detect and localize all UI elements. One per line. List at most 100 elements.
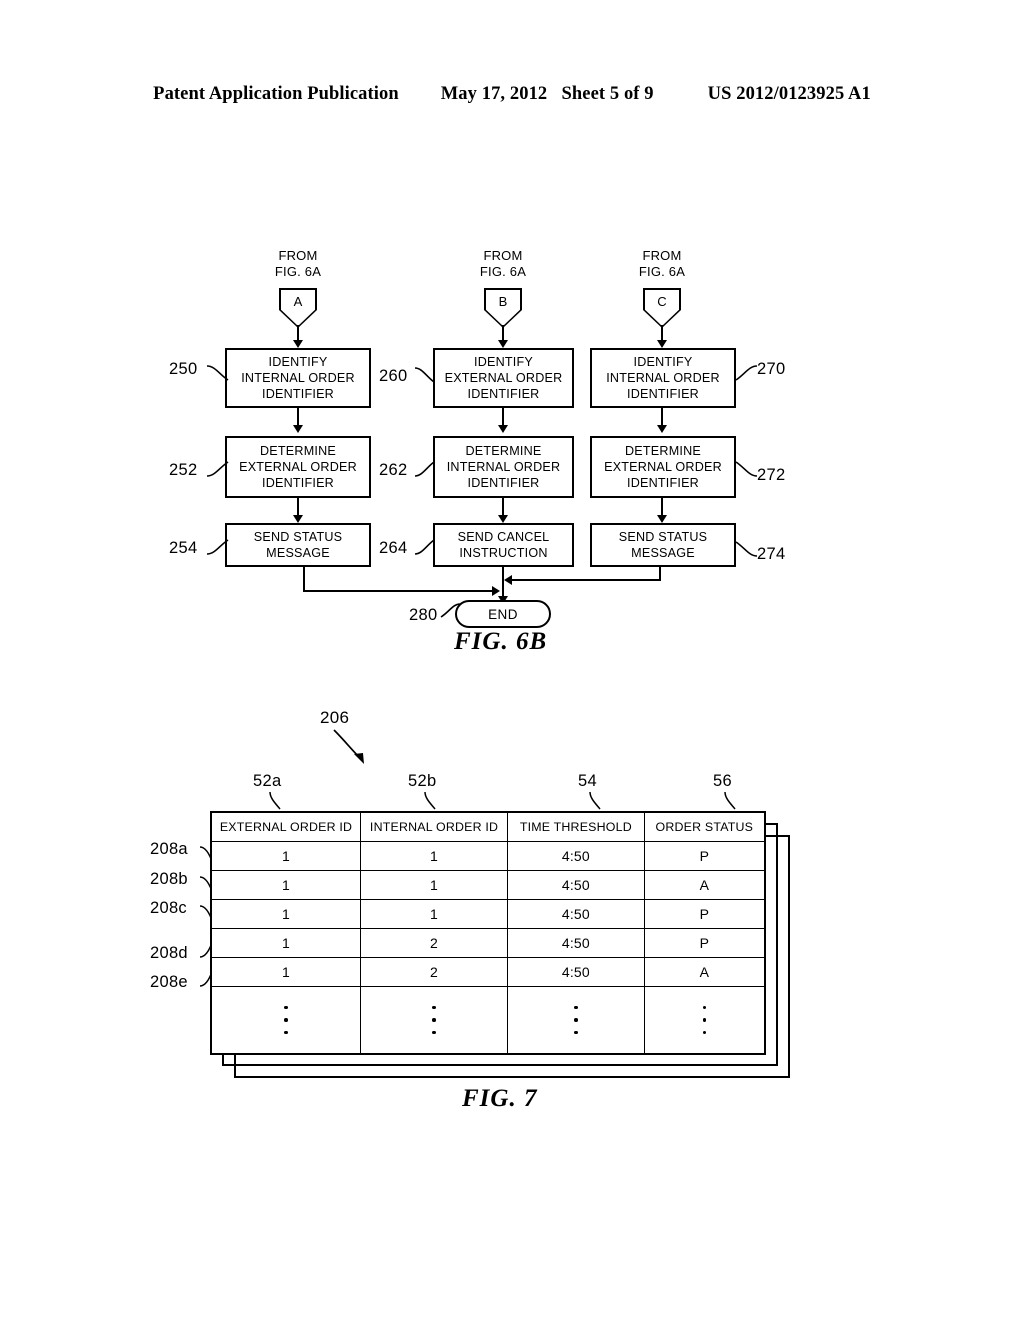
cell-external-order-id: 1 xyxy=(210,870,362,900)
leader-56 xyxy=(724,791,736,810)
ref-208e: 208e xyxy=(150,973,188,991)
ref-208c: 208c xyxy=(150,899,187,917)
header-date-sheet: May 17, 2012 Sheet 5 of 9 xyxy=(441,84,654,105)
table-header-row: EXTERNAL ORDER ID INTERNAL ORDER ID TIME… xyxy=(210,811,766,842)
ref-52b: 52b xyxy=(408,772,437,790)
leader-252 xyxy=(206,461,229,477)
continuation-dots-status xyxy=(643,986,766,1055)
table-continuation-row xyxy=(210,986,766,1055)
merge-line-left-vertical xyxy=(303,567,305,592)
connector-b-label: B xyxy=(498,294,508,309)
leader-254 xyxy=(206,539,229,555)
step-box-254: SEND STATUS MESSAGE xyxy=(225,523,371,567)
arrowhead-260-to-262 xyxy=(498,425,508,433)
table-row: 1 2 4:50 P xyxy=(210,928,766,958)
ref-56: 56 xyxy=(713,772,732,790)
merge-arrowhead-right xyxy=(504,575,512,585)
end-terminator: END xyxy=(455,600,551,628)
cell-order-status: A xyxy=(643,957,766,987)
merge-line-left-horizontal xyxy=(303,590,495,592)
step-box-262: DETERMINE INTERNAL ORDER IDENTIFIER xyxy=(433,436,574,498)
step-box-272: DETERMINE EXTERNAL ORDER IDENTIFIER xyxy=(590,436,736,498)
cell-time-threshold: 4:50 xyxy=(507,870,645,900)
step-box-260: IDENTIFY EXTERNAL ORDER IDENTIFIER xyxy=(433,348,574,408)
step-box-270: IDENTIFY INTERNAL ORDER IDENTIFIER xyxy=(590,348,736,408)
cell-internal-order-id: 2 xyxy=(360,957,509,987)
from-label-b: FROM FIG. 6A xyxy=(479,248,527,279)
column-header-internal-order-id: INTERNAL ORDER ID xyxy=(360,811,509,842)
from-label-c: FROM FIG. 6A xyxy=(638,248,686,279)
cell-external-order-id: 1 xyxy=(210,899,362,929)
table-row: 1 1 4:50 A xyxy=(210,870,766,900)
leader-272 xyxy=(735,461,758,477)
leader-52a xyxy=(269,791,281,810)
ref-264: 264 xyxy=(379,539,408,557)
cell-external-order-id: 1 xyxy=(210,928,362,958)
arrowhead-270-to-272 xyxy=(657,425,667,433)
arrowhead-250-to-252 xyxy=(293,425,303,433)
connector-a: A xyxy=(279,288,317,328)
step-box-250: IDENTIFY INTERNAL ORDER IDENTIFIER xyxy=(225,348,371,408)
cell-order-status: A xyxy=(643,870,766,900)
figure-7-caption: FIG. 7 xyxy=(462,1085,538,1112)
ref-208d: 208d xyxy=(150,944,188,962)
ref-252: 252 xyxy=(169,461,198,479)
connector-c: C xyxy=(643,288,681,328)
arrowhead-c-to-270 xyxy=(657,340,667,348)
cell-order-status: P xyxy=(643,899,766,929)
leader-250 xyxy=(206,365,229,381)
end-terminator-label: END xyxy=(488,606,518,622)
column-header-order-status: ORDER STATUS xyxy=(643,811,766,842)
ref-52a: 52a xyxy=(253,772,282,790)
leader-262 xyxy=(414,461,435,477)
arrowhead-272-to-274 xyxy=(657,515,667,523)
leader-264 xyxy=(414,539,435,555)
ref-254: 254 xyxy=(169,539,198,557)
leader-52b xyxy=(424,791,436,810)
leader-54 xyxy=(589,791,601,810)
merge-line-right-horizontal xyxy=(511,579,661,581)
from-label-a: FROM FIG. 6A xyxy=(274,248,322,279)
continuation-dots-time xyxy=(507,986,645,1055)
cell-external-order-id: 1 xyxy=(210,957,362,987)
ref-54: 54 xyxy=(578,772,597,790)
page-header: Patent Application Publication May 17, 2… xyxy=(0,84,1024,105)
column-header-time-threshold: TIME THRESHOLD xyxy=(507,811,645,842)
ref-274: 274 xyxy=(757,545,786,563)
ref-260: 260 xyxy=(379,367,408,385)
cell-time-threshold: 4:50 xyxy=(507,841,645,871)
arrowhead-a-to-250 xyxy=(293,340,303,348)
connector-c-label: C xyxy=(657,294,667,309)
continuation-dots-external xyxy=(210,986,362,1055)
table-row: 1 1 4:50 P xyxy=(210,841,766,871)
leader-274 xyxy=(735,541,758,557)
cell-order-status: P xyxy=(643,841,766,871)
header-sheet: Sheet 5 of 9 xyxy=(561,84,654,104)
ref-206: 206 xyxy=(320,708,350,727)
cell-internal-order-id: 1 xyxy=(360,899,509,929)
table-row: 1 1 4:50 P xyxy=(210,899,766,929)
cell-internal-order-id: 1 xyxy=(360,870,509,900)
table-row: 1 2 4:50 A xyxy=(210,957,766,987)
cell-external-order-id: 1 xyxy=(210,841,362,871)
cell-internal-order-id: 2 xyxy=(360,928,509,958)
merge-arrowhead-left xyxy=(492,586,500,596)
step-box-274: SEND STATUS MESSAGE xyxy=(590,523,736,567)
arrowhead-252-to-254 xyxy=(293,515,303,523)
cell-time-threshold: 4:50 xyxy=(507,957,645,987)
continuation-dots-internal xyxy=(360,986,509,1055)
connector-a-label: A xyxy=(293,294,303,309)
header-date: May 17, 2012 xyxy=(440,84,548,104)
arrowhead-b-to-260 xyxy=(498,340,508,348)
column-header-external-order-id: EXTERNAL ORDER ID xyxy=(210,811,362,842)
connector-b: B xyxy=(484,288,522,328)
leader-260 xyxy=(414,367,435,383)
ref-270: 270 xyxy=(757,360,786,378)
ref-208b: 208b xyxy=(150,870,188,888)
header-publication: Patent Application Publication xyxy=(153,84,399,104)
step-box-264: SEND CANCEL INSTRUCTION xyxy=(433,523,574,567)
arrowhead-262-to-264 xyxy=(498,515,508,523)
leader-270 xyxy=(735,365,758,381)
cell-time-threshold: 4:50 xyxy=(507,928,645,958)
cell-internal-order-id: 1 xyxy=(360,841,509,871)
